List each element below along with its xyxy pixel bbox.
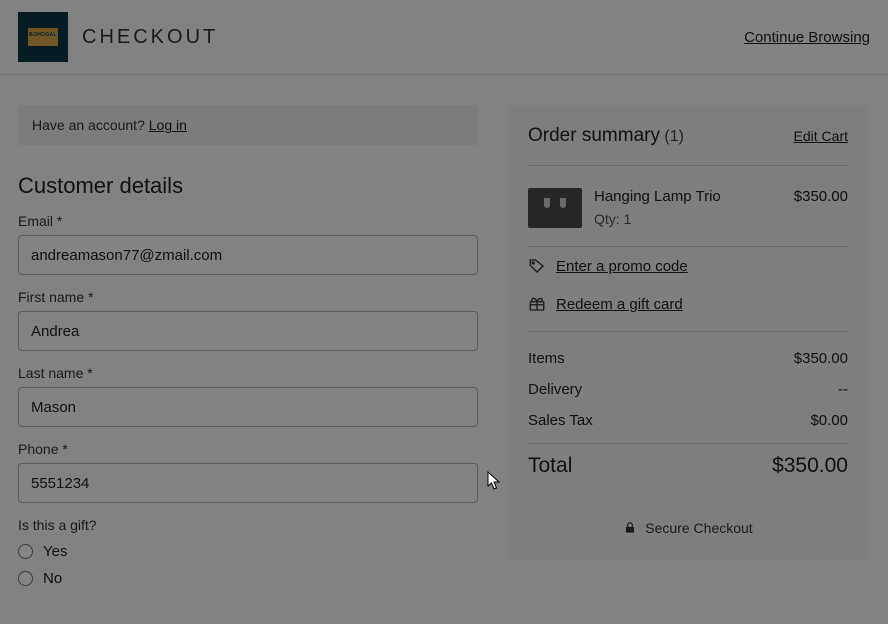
tax-value: $0.00 xyxy=(810,412,848,429)
summary-title: Order summary xyxy=(528,125,660,146)
divider xyxy=(528,443,848,444)
main: Have an account? Log in Customer details… xyxy=(0,75,888,597)
page-title: CHECKOUT xyxy=(82,26,218,49)
delivery-label: Delivery xyxy=(528,381,582,398)
gift-card-link[interactable]: Redeem a gift card xyxy=(556,296,683,313)
secure-checkout: Secure Checkout xyxy=(528,520,848,536)
phone-label: Phone * xyxy=(18,441,478,457)
email-field[interactable] xyxy=(18,235,478,275)
left-column: Have an account? Log in Customer details… xyxy=(18,105,478,597)
first-name-field-wrap: First name * xyxy=(18,289,478,351)
totals: Items $350.00 Delivery -- Sales Tax $0.0… xyxy=(528,332,848,500)
tax-label: Sales Tax xyxy=(528,412,593,429)
item-thumbnail xyxy=(528,188,582,228)
gift-yes-row[interactable]: Yes xyxy=(18,543,478,560)
header-left: CHECKOUT xyxy=(18,12,218,62)
last-name-label: Last name * xyxy=(18,365,478,381)
header: CHECKOUT Continue Browsing xyxy=(0,0,888,75)
login-link[interactable]: Log in xyxy=(149,117,187,133)
phone-field-wrap: Phone * xyxy=(18,441,478,503)
tag-icon xyxy=(528,257,546,275)
customer-details-heading: Customer details xyxy=(18,173,478,199)
first-name-field[interactable] xyxy=(18,311,478,351)
item-qty: Qty: 1 xyxy=(594,211,782,227)
gift-yes-radio[interactable] xyxy=(18,544,33,559)
lock-icon xyxy=(623,521,637,535)
grand-total-line: Total $350.00 xyxy=(528,454,848,478)
items-value: $350.00 xyxy=(794,350,848,367)
secure-checkout-text: Secure Checkout xyxy=(645,520,752,536)
item-name: Hanging Lamp Trio xyxy=(594,188,782,205)
delivery-value: -- xyxy=(838,381,848,398)
account-prompt-text: Have an account? xyxy=(32,117,149,133)
last-name-field[interactable] xyxy=(18,387,478,427)
email-field-wrap: Email * xyxy=(18,213,478,275)
gift-question-label: Is this a gift? xyxy=(18,517,478,533)
summary-header: Order summary (1) Edit Cart xyxy=(528,125,848,147)
promo-row: Enter a promo code xyxy=(528,247,848,285)
delivery-line: Delivery -- xyxy=(528,381,848,398)
first-name-label: First name * xyxy=(18,289,478,305)
order-summary-panel: Order summary (1) Edit Cart Hanging Lamp… xyxy=(508,105,868,560)
promo-code-link[interactable]: Enter a promo code xyxy=(556,258,688,275)
items-line: Items $350.00 xyxy=(528,350,848,367)
gift-icon xyxy=(528,295,546,313)
total-label: Total xyxy=(528,454,572,478)
continue-browsing-link[interactable]: Continue Browsing xyxy=(744,29,870,46)
gift-no-row[interactable]: No xyxy=(18,570,478,587)
edit-cart-link[interactable]: Edit Cart xyxy=(794,128,848,144)
email-label: Email * xyxy=(18,213,478,229)
brand-logo xyxy=(18,12,68,62)
tax-line: Sales Tax $0.00 xyxy=(528,412,848,429)
item-price: $350.00 xyxy=(794,188,848,228)
summary-count: (1) xyxy=(664,128,684,145)
last-name-field-wrap: Last name * xyxy=(18,365,478,427)
items-label: Items xyxy=(528,350,565,367)
gift-no-radio[interactable] xyxy=(18,571,33,586)
line-item: Hanging Lamp Trio Qty: 1 $350.00 xyxy=(528,166,848,246)
phone-field[interactable] xyxy=(18,463,478,503)
account-prompt: Have an account? Log in xyxy=(18,105,478,145)
item-info: Hanging Lamp Trio Qty: 1 xyxy=(594,188,782,228)
gift-card-row: Redeem a gift card xyxy=(528,285,848,323)
total-value: $350.00 xyxy=(772,454,848,478)
gift-yes-label: Yes xyxy=(43,543,67,560)
gift-no-label: No xyxy=(43,570,62,587)
